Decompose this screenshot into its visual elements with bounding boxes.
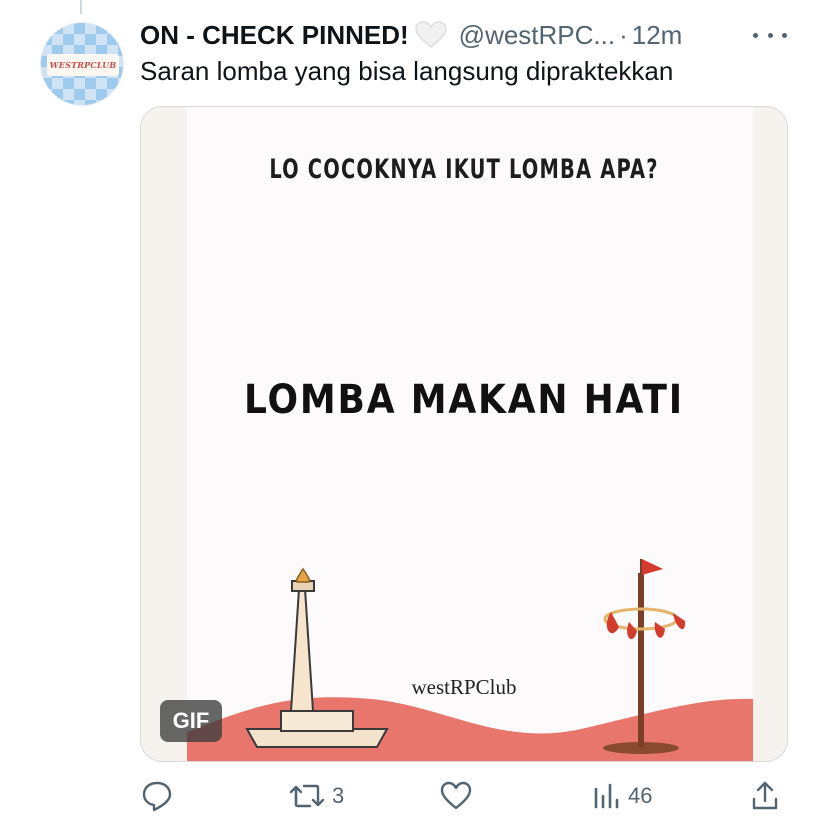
media-watermark: westRPClub [411, 675, 517, 699]
thread-line [80, 0, 82, 14]
illustration [187, 559, 753, 761]
reply-button[interactable] [140, 778, 180, 814]
avatar[interactable]: WESTRPCLUB [40, 22, 124, 106]
more-icon[interactable] [753, 22, 787, 48]
handle[interactable]: @westRPC... [459, 20, 615, 51]
tweet[interactable]: WESTRPCLUB ON - CHECK PINNED! @westRPC..… [0, 0, 827, 827]
share-button[interactable] [750, 778, 780, 814]
views-icon [592, 779, 622, 813]
timestamp[interactable]: 12m [632, 20, 683, 51]
like-button[interactable] [439, 778, 479, 814]
share-icon [750, 779, 780, 813]
separator-dot: · [619, 19, 628, 50]
white-heart-icon [415, 21, 447, 49]
like-icon [439, 779, 473, 813]
views-count: 46 [628, 783, 653, 808]
retweet-count: 3 [332, 783, 345, 808]
avatar-logo-text: WESTRPCLUB [49, 60, 117, 70]
views-button[interactable]: 46 [592, 778, 652, 814]
media-gif[interactable]: LO COCOKNYA IKUT LOMBA APA? LOMBA MAKAN … [140, 106, 788, 762]
display-name[interactable]: ON - CHECK PINNED! [140, 20, 409, 51]
gif-badge[interactable]: GIF [160, 700, 222, 742]
reply-icon [140, 779, 174, 813]
avatar-logo: WESTRPCLUB [47, 54, 119, 76]
retweet-icon [288, 779, 326, 813]
tweet-header: ON - CHECK PINNED! @westRPC... · 12m [140, 18, 787, 52]
action-bar: 3 46 [140, 778, 790, 814]
retweet-button[interactable]: 3 [288, 778, 344, 814]
tweet-text: Saran lomba yang bisa langsung dipraktek… [140, 56, 674, 86]
